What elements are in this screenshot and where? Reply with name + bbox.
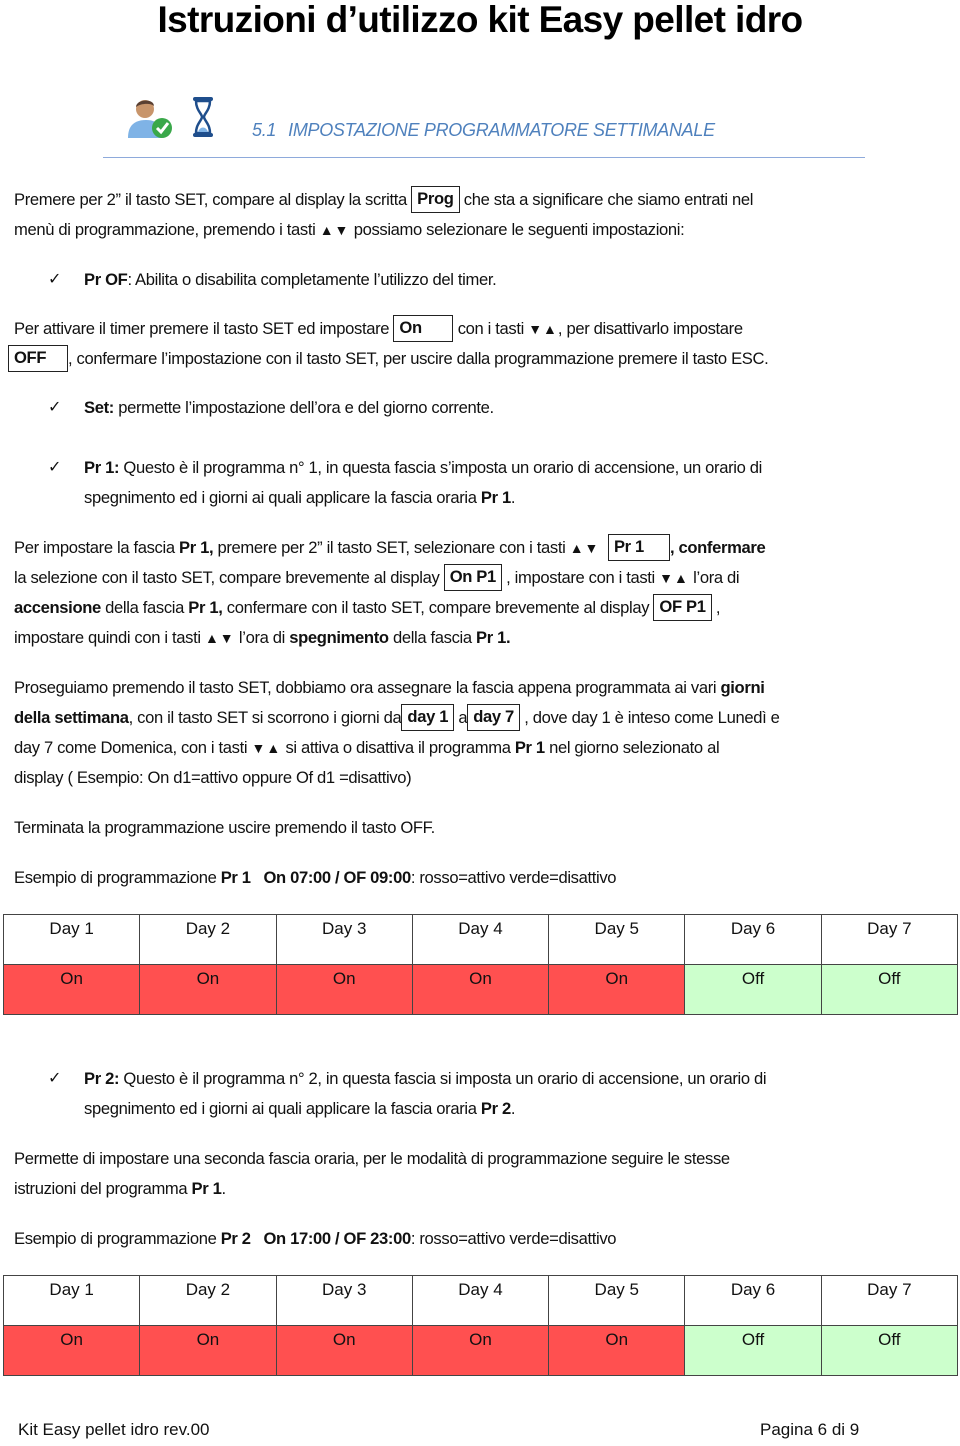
bullet-pr-of: Pr OF: Abilita o disabilita completament…	[84, 270, 497, 289]
day-status-cell: On	[548, 1325, 686, 1376]
down-up-arrows-icon: ▼▲	[251, 740, 282, 756]
pr2-para-line-2: istruzioni del programma Pr 1.	[14, 1179, 226, 1198]
pr1-setup-line-1: Per impostare la fascia Pr 1, premere pe…	[14, 533, 766, 563]
check-icon: ✓	[48, 271, 62, 288]
down-up-arrows-icon: ▼▲	[528, 321, 558, 337]
table-status-row: On On On On On Off Off	[2, 1325, 959, 1376]
day-header: Day 3	[275, 1275, 413, 1326]
day-header: Day 2	[139, 1275, 277, 1326]
day-header: Day 7	[820, 1275, 959, 1326]
day-header: Day 4	[411, 914, 550, 965]
intro-line-2: menù di programmazione, premendo i tasti…	[14, 220, 685, 239]
days-line-2: della settimana, con il tasto SET si sco…	[14, 703, 780, 733]
day-status-cell: Off	[820, 964, 959, 1015]
display-box-on-p1: On P1	[443, 563, 502, 591]
bullet-pr2-line-2: spegnimento ed i giorni ai quali applica…	[84, 1099, 516, 1118]
check-icon: ✓	[48, 459, 62, 476]
day-status-cell: On	[2, 964, 141, 1015]
day-header: Day 4	[411, 1275, 550, 1326]
display-box-day1: day 1	[401, 703, 455, 731]
day-header: Day 5	[548, 914, 686, 965]
down-up-arrows-icon: ▼▲	[659, 570, 689, 586]
schedule-table-pr2: Day 1 Day 2 Day 3 Day 4 Day 5 Day 6 Day …	[2, 1275, 959, 1376]
hourglass-icon	[193, 97, 213, 137]
bullet-set: Set: permette l’impostazione dell’ora e …	[84, 398, 494, 417]
day-header: Day 3	[275, 914, 413, 965]
check-icon: ✓	[48, 1070, 62, 1087]
up-down-arrows-icon: ▲▼	[319, 222, 350, 238]
bullet-pr1-line-1: Pr 1: Questo è il programma n° 1, in que…	[84, 458, 762, 477]
day-status-cell: On	[275, 1325, 413, 1376]
day-header: Day 5	[548, 1275, 686, 1326]
display-box-on: On	[393, 314, 454, 342]
bullet-pr1-line-2: spegnimento ed i giorni ai quali applica…	[84, 488, 516, 507]
day-status-cell: On	[2, 1325, 141, 1376]
day-header: Day 1	[2, 914, 141, 965]
day-status-cell: Off	[820, 1325, 959, 1376]
document-title: Istruzioni d’utilizzo kit Easy pellet id…	[157, 0, 804, 40]
footer-page-number: Pagina 6 di 9	[760, 1420, 860, 1439]
schedule-table-pr1: Day 1 Day 2 Day 3 Day 4 Day 5 Day 6 Day …	[2, 914, 959, 1015]
table-header-row: Day 1 Day 2 Day 3 Day 4 Day 5 Day 6 Day …	[2, 914, 959, 965]
example-2-heading: Esempio di programmazione Pr 2 On 17:00 …	[14, 1229, 617, 1248]
up-down-arrows-icon: ▲▼	[204, 630, 235, 646]
bullet-pr2-line-1: Pr 2: Questo è il programma n° 2, in que…	[84, 1069, 767, 1088]
display-box-day7: day 7	[467, 703, 520, 731]
day-status-cell: Off	[684, 964, 822, 1015]
user-check-icon	[128, 100, 172, 138]
day-header: Day 6	[684, 914, 822, 965]
days-line-3: day 7 come Domenica, con i tasti ▼▲ si a…	[14, 738, 720, 757]
day-header: Day 6	[684, 1275, 822, 1326]
table-header-row: Day 1 Day 2 Day 3 Day 4 Day 5 Day 6 Day …	[2, 1275, 959, 1326]
timer-line-2: OFF, confermare l’impostazione con il ta…	[8, 344, 769, 374]
check-icon: ✓	[48, 399, 62, 416]
pr1-setup-line-4: impostare quindi con i tasti ▲▼ l’ora di…	[14, 628, 511, 647]
days-line-1: Proseguiamo premendo il tasto SET, dobbi…	[14, 678, 765, 697]
day-status-cell: Off	[684, 1325, 822, 1376]
days-line-4: display ( Esempio: On d1=attivo oppure O…	[14, 768, 412, 787]
example-1-heading: Esempio di programmazione Pr 1 On 07:00 …	[14, 868, 617, 887]
day-header: Day 1	[2, 1275, 141, 1326]
table-status-row: On On On On On Off Off	[2, 964, 959, 1015]
exit-line: Terminata la programmazione uscire preme…	[14, 818, 435, 837]
up-down-arrows-icon: ▲▼	[569, 540, 600, 556]
display-box-pr1: Pr 1	[607, 533, 670, 561]
section-number: 5.1	[252, 120, 277, 140]
timer-line-1: Per attivare il timer premere il tasto S…	[14, 314, 743, 344]
display-box-of-p1: OF P1	[653, 593, 712, 621]
section-divider	[103, 157, 865, 158]
day-header: Day 7	[820, 914, 959, 965]
display-box-prog: Prog	[411, 185, 460, 213]
day-status-cell: On	[411, 964, 550, 1015]
pr2-para-line-1: Permette di impostare una seconda fascia…	[14, 1149, 730, 1168]
day-header: Day 2	[139, 914, 277, 965]
day-status-cell: On	[139, 964, 277, 1015]
footer-doc-name: Kit Easy pellet idro rev.00	[18, 1420, 210, 1439]
day-status-cell: On	[139, 1325, 277, 1376]
display-box-off: OFF	[8, 344, 68, 372]
section-heading: 5.1 IMPOSTAZIONE PROGRAMMATORE SETTIMANAL…	[252, 120, 715, 141]
pr1-setup-line-3: accensione della fascia Pr 1, confermare…	[14, 593, 721, 623]
day-status-cell: On	[411, 1325, 550, 1376]
day-status-cell: On	[275, 964, 413, 1015]
day-status-cell: On	[548, 964, 686, 1015]
section-title: IMPOSTAZIONE PROGRAMMATORE SETTIMANALE	[288, 120, 715, 140]
intro-line-1: Premere per 2” il tasto SET, compare al …	[14, 185, 753, 215]
pr1-setup-line-2: la selezione con il tasto SET, compare b…	[14, 563, 740, 593]
